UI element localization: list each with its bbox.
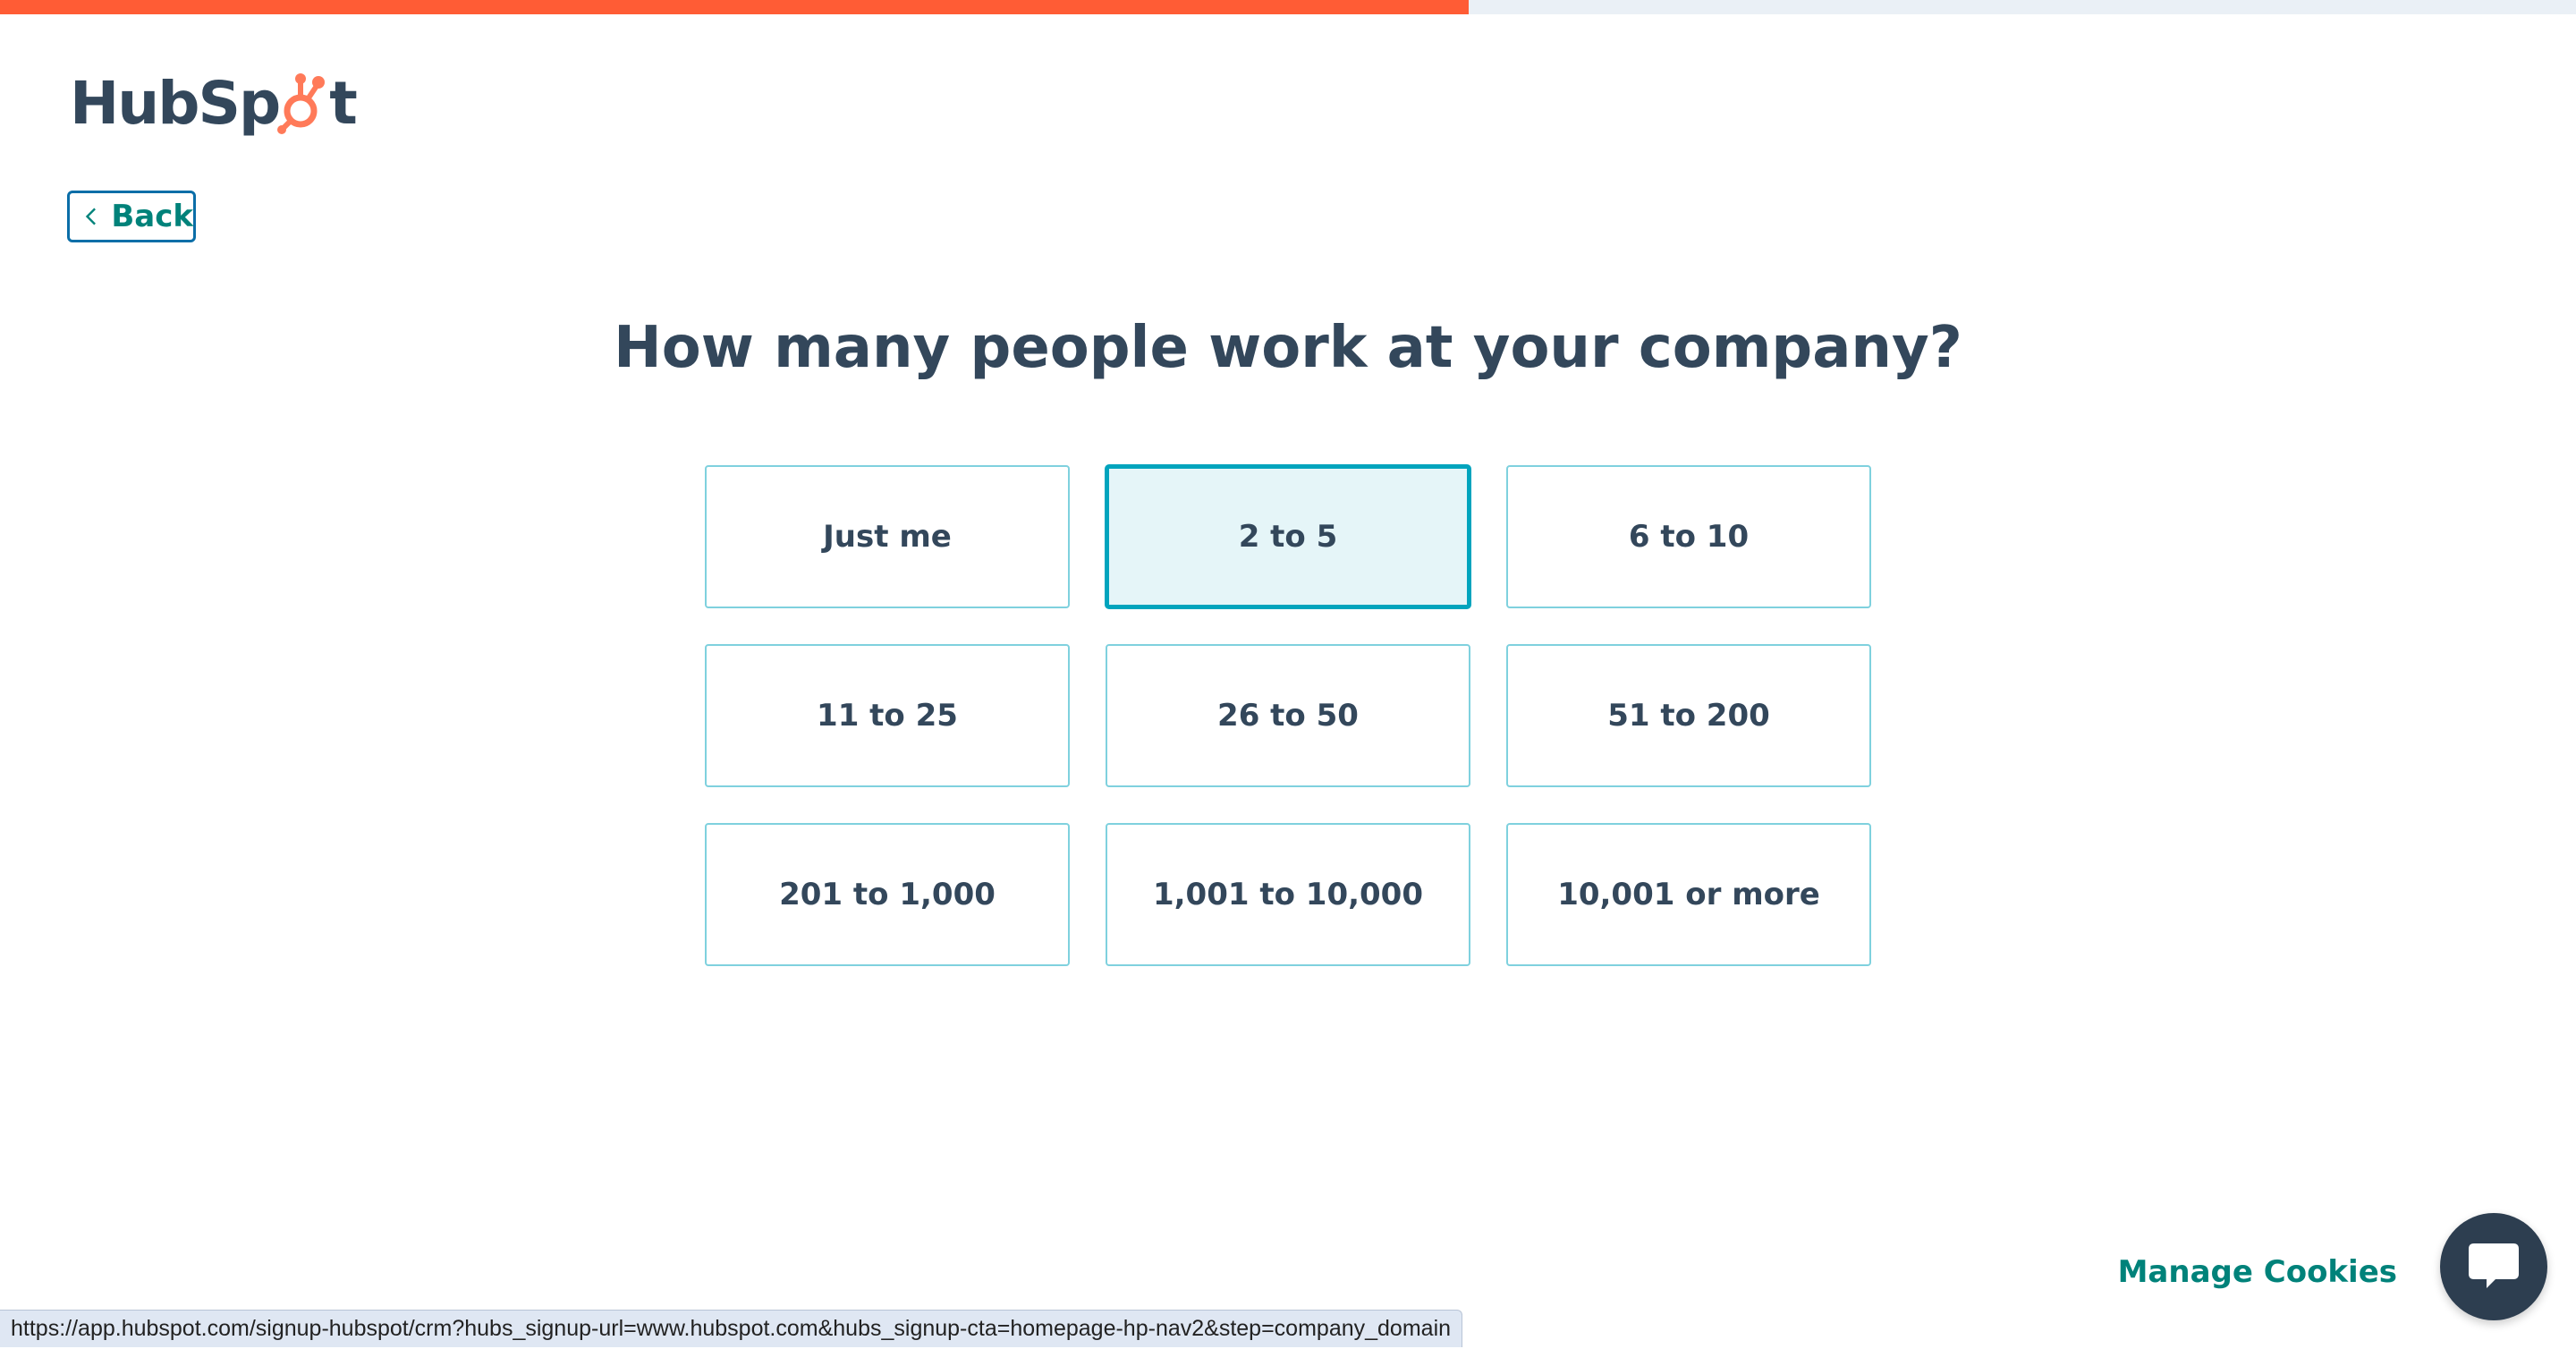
company-size-option-label: 10,001 or more (1557, 877, 1820, 912)
company-size-option-label: 11 to 25 (817, 698, 958, 734)
signup-progress-fill (0, 0, 1469, 14)
chevron-left-icon (85, 208, 96, 225)
company-size-option[interactable]: 1,001 to 10,000 (1106, 823, 1470, 966)
company-size-option-label: 201 to 1,000 (779, 877, 996, 912)
browser-status-url: https://app.hubspot.com/signup-hubspot/c… (0, 1310, 1463, 1347)
company-size-option[interactable]: 26 to 50 (1106, 644, 1470, 787)
company-size-options: Just me 2 to 5 6 to 10 11 to 25 26 to 50 51 t… (705, 465, 1871, 966)
sprocket-icon (277, 73, 326, 134)
signup-progress-bar (0, 0, 2576, 14)
company-size-option-label: 51 to 200 (1607, 698, 1770, 734)
company-size-option[interactable]: Just me (705, 465, 1070, 608)
page-question-heading: How many people work at your company? (614, 315, 1962, 381)
company-size-option[interactable]: 11 to 25 (705, 644, 1070, 787)
company-size-option[interactable]: 10,001 or more (1506, 823, 1871, 966)
company-size-option[interactable]: 2 to 5 (1106, 465, 1470, 608)
company-size-option-label: Just me (823, 519, 952, 555)
logo-text-end: t (329, 68, 358, 138)
company-size-option[interactable]: 51 to 200 (1506, 644, 1871, 787)
logo-text-start: HubSp (70, 68, 281, 138)
company-size-option-label: 26 to 50 (1217, 698, 1359, 734)
company-size-option-label: 1,001 to 10,000 (1152, 877, 1424, 912)
hubspot-logo[interactable]: HubSp t (70, 64, 358, 141)
back-button[interactable]: Back (67, 191, 196, 242)
back-button-label: Back (111, 199, 193, 234)
company-size-option-label: 2 to 5 (1238, 519, 1338, 555)
manage-cookies-link[interactable]: Manage Cookies (2118, 1254, 2397, 1290)
chat-bubble-icon (2469, 1243, 2519, 1288)
company-size-option-label: 6 to 10 (1628, 519, 1750, 555)
company-size-option[interactable]: 6 to 10 (1506, 465, 1871, 608)
chat-launcher-button[interactable] (2440, 1213, 2547, 1320)
company-size-option[interactable]: 201 to 1,000 (705, 823, 1070, 966)
